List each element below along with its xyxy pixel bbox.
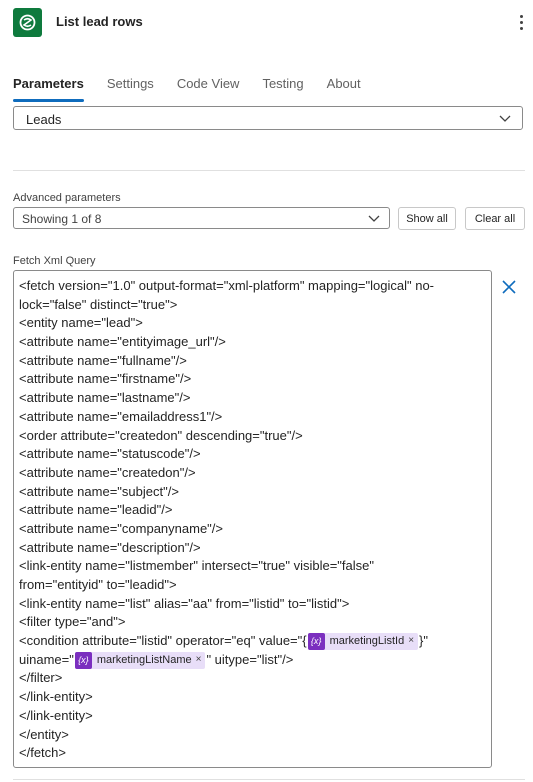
- code-line: lock="false" distinct="true">: [19, 296, 178, 312]
- code-line: <attribute name="subject"/>: [19, 483, 179, 499]
- token-label: marketingListName: [96, 653, 192, 666]
- tab-about[interactable]: About: [327, 74, 361, 104]
- uiname-prefix: uiname=": [19, 651, 74, 667]
- code-line: <attribute name="emailaddress1"/>: [19, 408, 223, 424]
- remove-token-icon[interactable]: ×: [408, 632, 414, 651]
- chevron-down-icon: [499, 115, 511, 122]
- advanced-parameters-label: Advanced parameters: [13, 192, 121, 204]
- uiname-suffix: " uitype="list"/>: [206, 651, 294, 667]
- token-label: marketingListId: [329, 635, 405, 648]
- code-line: <attribute name="leadid"/>: [19, 502, 173, 518]
- marketing-list-id-token[interactable]: {x} marketingListId ×: [307, 632, 419, 651]
- more-vertical-icon[interactable]: [514, 10, 528, 34]
- expression-icon: {x}: [307, 633, 325, 651]
- code-line: <entity name="lead">: [19, 315, 143, 331]
- code-line: <link-entity name="listmember" intersect…: [19, 558, 374, 574]
- code-line: from="entityid" to="leadid">: [19, 577, 177, 592]
- tab-parameters[interactable]: Parameters: [13, 74, 84, 104]
- code-line: </entity>: [19, 726, 69, 742]
- code-line: <attribute name="fullname"/>: [19, 352, 187, 368]
- code-line: <attribute name="companyname"/>: [19, 520, 223, 536]
- divider: [13, 170, 525, 171]
- close-icon[interactable]: [500, 278, 518, 296]
- clear-all-button[interactable]: Clear all: [465, 207, 525, 230]
- table-name-dropdown[interactable]: Leads: [13, 106, 523, 130]
- code-line: <link-entity name="list" alias="aa" from…: [19, 595, 350, 611]
- code-line: <filter type="and">: [19, 614, 126, 630]
- code-line: <attribute name="lastname"/>: [19, 390, 191, 406]
- marketing-list-name-token[interactable]: {x} marketingListName ×: [74, 651, 206, 670]
- divider: [13, 779, 525, 780]
- code-line: <attribute name="entityimage_url"/>: [19, 334, 226, 350]
- advanced-parameters-value: Showing 1 of 8: [22, 212, 102, 226]
- dataverse-icon: [13, 8, 42, 37]
- code-line: <fetch version="1.0" output-format="xml-…: [19, 278, 434, 293]
- fetch-xml-label: Fetch Xml Query: [13, 255, 96, 267]
- advanced-parameters-dropdown[interactable]: Showing 1 of 8: [13, 207, 390, 229]
- fetch-xml-content: <fetch version="1.0" output-format="xml-…: [19, 277, 487, 763]
- tab-code-view[interactable]: Code View: [177, 74, 240, 104]
- code-line: <attribute name="statuscode"/>: [19, 446, 201, 462]
- code-line: </link-entity>: [19, 707, 93, 723]
- chevron-down-icon: [368, 215, 380, 222]
- tab-testing[interactable]: Testing: [262, 74, 303, 104]
- condition-suffix: }": [419, 633, 428, 649]
- code-line: </link-entity>: [19, 689, 93, 705]
- tab-bar: Parameters Settings Code View Testing Ab…: [13, 74, 384, 104]
- expression-icon: {x}: [74, 651, 92, 669]
- condition-prefix: <condition attribute="listid" operator="…: [19, 633, 307, 649]
- code-line: <attribute name="description"/>: [19, 539, 201, 555]
- action-title: List lead rows: [56, 14, 143, 29]
- code-line: </fetch>: [19, 745, 66, 761]
- code-line: </filter>: [19, 670, 63, 686]
- remove-token-icon[interactable]: ×: [196, 651, 202, 670]
- table-name-value: Leads: [26, 112, 62, 127]
- code-line-uiname: uiname=" {x} marketingListName × " uitype="l…: [19, 651, 487, 670]
- fetch-xml-input[interactable]: <fetch version="1.0" output-format="xml-…: [13, 270, 492, 768]
- code-line: <attribute name="firstname"/>: [19, 371, 192, 387]
- show-all-button[interactable]: Show all: [398, 207, 456, 230]
- code-line-condition: <condition attribute="listid" operator="…: [19, 632, 487, 651]
- code-line: <order attribute="createdon" descending=…: [19, 427, 303, 443]
- tab-settings[interactable]: Settings: [107, 74, 154, 104]
- code-line: <attribute name="createdon"/>: [19, 464, 196, 480]
- action-header: List lead rows: [13, 8, 528, 38]
